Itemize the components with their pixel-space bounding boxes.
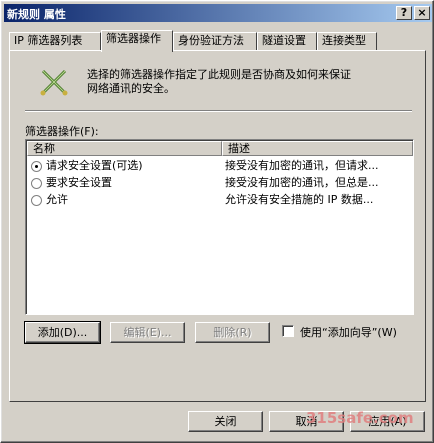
item-name: 允许 (46, 193, 68, 206)
wizard-checkbox[interactable] (282, 325, 294, 337)
column-header-name[interactable]: 名称 (27, 141, 222, 156)
close-window-button[interactable]: × (414, 6, 430, 20)
title-bar[interactable]: 新规则 属性 ? × (4, 4, 432, 22)
window-title: 新规则 属性 (7, 8, 66, 21)
description-text: 选择的筛选器操作指定了此规则是否协商及如何来保证 网络通讯的安全。 (87, 68, 407, 96)
item-description: 允许没有安全措施的 IP 数据... (225, 193, 374, 206)
wizard-checkbox-label[interactable]: 使用“添加向导”(W) (300, 324, 397, 340)
watermark: 315safe.com (306, 409, 414, 427)
item-description: 接受没有加密的通讯，但请求... (225, 159, 379, 172)
list-item[interactable]: 请求安全设置(可选) 接受没有加密的通讯，但请求... (29, 158, 412, 174)
close-button[interactable]: 关闭 (188, 411, 263, 432)
tab-tunnel-settings[interactable]: 隧道设置 (257, 32, 317, 51)
item-description: 接受没有加密的通讯，但总是... (225, 176, 379, 189)
tab-panel: 选择的筛选器操作指定了此规则是否协商及如何来保证 网络通讯的安全。 筛选器操作(… (9, 50, 426, 402)
filter-action-icon (40, 69, 68, 96)
separator (25, 110, 412, 112)
remove-button[interactable]: 删除(R) (195, 322, 270, 343)
radio-button[interactable] (31, 178, 42, 189)
item-name: 请求安全设置(可选) (46, 159, 143, 172)
description-line-2: 网络通讯的安全。 (87, 82, 175, 95)
item-name: 要求安全设置 (46, 176, 112, 189)
tab-auth-methods[interactable]: 身份验证方法 (173, 32, 257, 51)
radio-button[interactable] (31, 195, 42, 206)
properties-dialog: 新规则 属性 ? × IP 筛选器列表 筛选器操作 身份验证方法 隧道设置 连接… (0, 0, 434, 443)
tab-connection-type[interactable]: 连接类型 (317, 32, 377, 51)
edit-button[interactable]: 编辑(E)... (110, 322, 185, 343)
tab-filter-action[interactable]: 筛选器操作 (101, 30, 173, 52)
filter-actions-label: 筛选器操作(F): (25, 125, 99, 138)
description-line-1: 选择的筛选器操作指定了此规则是否协商及如何来保证 (87, 68, 351, 81)
tab-ip-filter-list[interactable]: IP 筛选器列表 (9, 32, 101, 51)
list-item[interactable]: 要求安全设置 接受没有加密的通讯，但总是... (29, 175, 412, 191)
add-button[interactable]: 添加(D)... (24, 321, 101, 344)
filter-actions-list[interactable]: 名称 描述 请求安全设置(可选) 接受没有加密的通讯，但请求... 要求安全设置… (25, 139, 414, 315)
list-item[interactable]: 允许 允许没有安全措施的 IP 数据... (29, 192, 412, 208)
column-header-description[interactable]: 描述 (222, 141, 413, 156)
radio-button[interactable] (31, 161, 42, 172)
help-button[interactable]: ? (396, 6, 412, 20)
